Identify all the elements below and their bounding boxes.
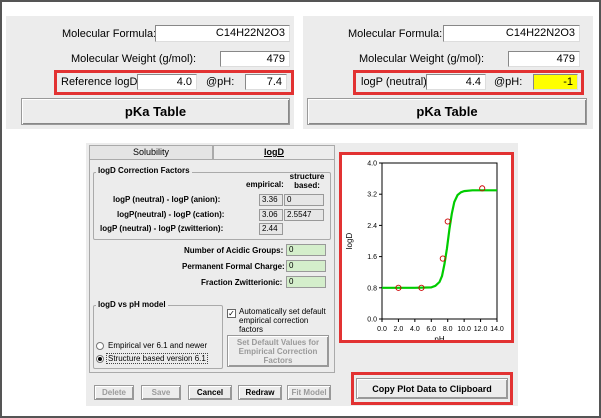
y-tick-label: 1.6	[367, 254, 377, 261]
x-tick-label: 12.0	[474, 326, 488, 333]
molecular-weight-field[interactable]: 479	[220, 51, 290, 67]
x-tick-label: 0.0	[377, 326, 387, 333]
fit-model-button[interactable]: Fit Model	[287, 385, 331, 400]
tab-solubility[interactable]: Solubility	[89, 145, 213, 159]
x-tick-label: 6.0	[426, 326, 436, 333]
cf-anion-empirical[interactable]: 3.36	[259, 194, 283, 206]
formal-charge-label: Permanent Formal Charge:	[182, 262, 285, 271]
formal-charge-field[interactable]: 0	[286, 260, 326, 272]
y-tick-label: 2.4	[367, 223, 377, 230]
structure-column-header: structure based:	[289, 172, 325, 190]
pka-table-button-right[interactable]: pKa Table	[307, 98, 587, 125]
y-axis-label: logD	[345, 233, 354, 250]
auto-correction-label: Automatically set default empirical corr…	[239, 307, 326, 334]
radio-empirical-label: Empirical ver 6.1 and newer	[108, 341, 208, 350]
cf-anion-structure[interactable]: 0	[284, 194, 324, 206]
logp-ph-label: @pH:	[494, 76, 523, 88]
cf-label-zwitterion: logP (neutral) - logP (zwitterion):	[100, 224, 224, 233]
redraw-button[interactable]: Redraw	[238, 385, 282, 400]
x-tick-label: 4.0	[410, 326, 420, 333]
delete-button[interactable]: Delete	[94, 385, 134, 400]
correction-factors-title: logD Correction Factors	[96, 166, 192, 175]
cf-cation-empirical[interactable]: 3.06	[259, 209, 283, 221]
molecular-weight-field-right[interactable]: 479	[508, 51, 580, 67]
cf-zwitterion-empirical[interactable]: 2.44	[259, 223, 283, 235]
y-tick-label: 4.0	[367, 161, 377, 168]
save-button[interactable]: Save	[141, 385, 181, 400]
acidic-groups-label: Number of Acidic Groups:	[184, 246, 284, 255]
cancel-button[interactable]: Cancel	[188, 385, 232, 400]
pka-table-button-left[interactable]: pKa Table	[21, 98, 290, 125]
tab-logd[interactable]: logD	[213, 145, 335, 160]
radio-empirical[interactable]	[96, 342, 104, 350]
x-tick-label: 14.0	[490, 326, 504, 333]
plot-frame	[381, 162, 498, 320]
fraction-zwitterionic-field[interactable]: 0	[286, 276, 326, 288]
set-default-values-button[interactable]: Set Default Values for Empirical Correct…	[227, 335, 329, 367]
radio-structure-based[interactable]	[96, 355, 104, 363]
molecular-formula-label: Molecular Formula:	[62, 28, 157, 40]
molecular-formula-label-right: Molecular Formula:	[348, 28, 443, 40]
empirical-column-header: empirical:	[246, 180, 284, 189]
cf-label-anion: logP (neutral) - logP (anion):	[113, 195, 221, 204]
logd-vs-ph-chart: 0.0 2.0 4.0 6.0 8.0 10.0 12.0 14.0 0.0 0.8 1.6 2.4 3…	[345, 161, 504, 341]
cf-cation-structure[interactable]: 2.5547	[284, 209, 324, 221]
cf-label-cation: logP(neutral) - logP (cation):	[117, 210, 225, 219]
x-axis-label: pH	[434, 335, 444, 340]
logd-curve	[382, 189, 497, 289]
model-group-title: logD vs pH model	[96, 300, 168, 309]
y-tick-label: 3.2	[367, 192, 377, 199]
y-tick-label: 0.8	[367, 285, 377, 292]
x-tick-label: 2.0	[394, 326, 404, 333]
molecular-formula-field[interactable]: C14H22N2O3	[155, 25, 290, 42]
reference-ph-field[interactable]: 7.4	[245, 74, 287, 90]
logp-ph-field[interactable]: -1	[533, 74, 578, 90]
reference-logd-label: Reference logD:	[61, 76, 141, 88]
copy-plot-button[interactable]: Copy Plot Data to Clipboard	[356, 378, 508, 399]
molecular-weight-label: Molecular Weight (g/mol):	[71, 53, 197, 65]
molecular-weight-label-right: Molecular Weight (g/mol):	[359, 53, 485, 65]
acidic-groups-field[interactable]: 0	[286, 244, 326, 256]
auto-correction-checkbox[interactable]: ✓	[227, 309, 236, 318]
fraction-zwitterionic-label: Fraction Zwitterionic:	[201, 278, 283, 287]
x-tick-label: 10.0	[457, 326, 471, 333]
molecular-formula-field-right[interactable]: C14H22N2O3	[443, 25, 580, 42]
y-tick-label: 0.0	[367, 317, 377, 324]
logp-neutral-field[interactable]: 4.4	[426, 74, 486, 90]
reference-ph-label: @pH:	[206, 76, 235, 88]
radio-structure-based-label: Structure based version 6.1	[106, 353, 208, 364]
x-tick-label: 8.0	[443, 326, 453, 333]
logp-neutral-label: logP (neutral):	[361, 76, 430, 88]
reference-logd-field[interactable]: 4.0	[137, 74, 197, 90]
